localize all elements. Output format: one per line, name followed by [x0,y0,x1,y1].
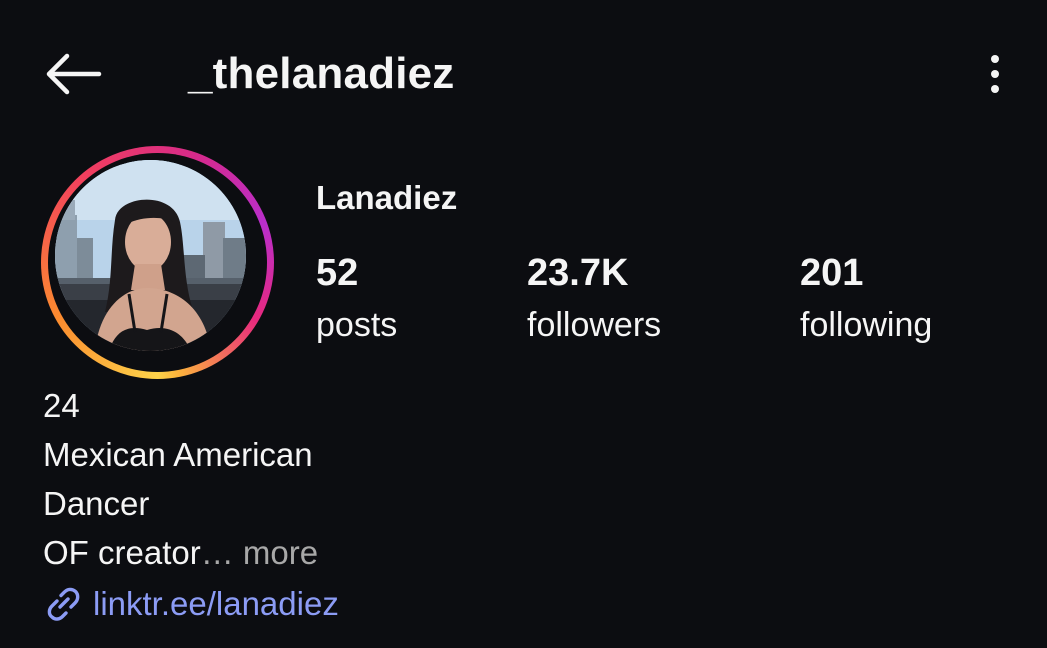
following-stat[interactable]: 201 following [800,250,932,346]
bio-link-text[interactable]: linktr.ee/lanadiez [93,584,339,624]
bio-link[interactable]: linktr.ee/lanadiez [43,584,339,624]
more-options-button[interactable] [972,48,1018,100]
bio-more-label[interactable]: more [243,534,318,571]
more-dot [991,85,999,93]
profile-username: _thelanadiez [188,49,455,98]
bio-line-heritage: Mexican American [43,436,313,473]
following-count: 201 [800,252,864,294]
bio-line-occupation: Dancer [43,485,150,522]
bio-more-link[interactable]: more [234,534,318,571]
more-vertical-icon [991,55,999,63]
posts-label: posts [316,306,398,344]
posts-stat[interactable]: 52 posts [316,250,397,346]
followers-count: 23.7K [527,252,629,294]
more-dot [991,70,999,78]
story-ring[interactable] [41,146,274,379]
followers-label: followers [527,306,662,344]
bio-line-truncated: OF creator… more [43,533,318,573]
bio-line-age: 24 [43,387,80,424]
bio-line-text: OF creator [43,534,201,571]
link-icon [47,587,80,621]
avatar-photo [55,160,246,351]
followers-stat[interactable]: 23.7K followers [527,250,661,346]
following-label: following [800,306,933,344]
posts-count: 52 [316,252,359,294]
avatar[interactable] [55,160,246,351]
back-button[interactable] [40,50,106,98]
display-name: Lanadiez [316,179,458,216]
arrow-left-icon [46,53,102,95]
bio-ellipsis: … [200,534,234,571]
